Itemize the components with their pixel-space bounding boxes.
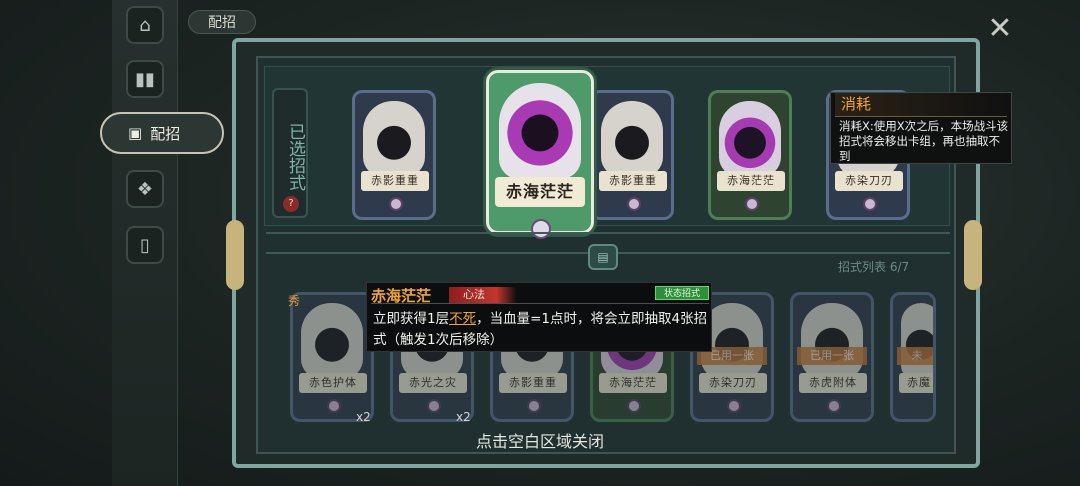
- card-cost-icon: [627, 399, 641, 413]
- popup-status-badge: 状态招式: [655, 286, 709, 300]
- left-latch: [226, 220, 244, 290]
- card-art: [363, 101, 425, 177]
- castle-icon[interactable]: ⌂: [126, 6, 164, 44]
- tooltip-body: 消耗X:使用X次之后，本场战斗该招式将会移出卡组，再也抽取不到: [839, 119, 1009, 163]
- card-name: 赤染刀刃: [835, 171, 903, 191]
- list-card[interactable]: 已用一张 赤虎附体: [790, 292, 874, 422]
- card-name: 赤染刀刃: [699, 373, 767, 393]
- card-cost-icon: [427, 399, 441, 413]
- card-name: 赤影重重: [499, 373, 567, 393]
- card-art: [801, 303, 863, 379]
- card-art: [719, 101, 781, 177]
- card-cost-icon: [627, 197, 641, 211]
- card-cost-icon: [389, 197, 403, 211]
- page-title: 配招: [188, 10, 256, 34]
- card-name: 赤海茫茫: [717, 171, 785, 191]
- card-cost-icon: [527, 399, 541, 413]
- tooltip-title: 消耗: [835, 93, 1007, 117]
- card-name: 赤海茫茫: [495, 177, 585, 207]
- card-art: [301, 303, 363, 379]
- card-name: 赤光之灾: [399, 373, 467, 393]
- lotus-icon[interactable]: ❖: [126, 170, 164, 208]
- keyword-tooltip: 消耗 消耗X:使用X次之后，本场战斗该招式将会移出卡组，再也抽取不到: [830, 92, 1012, 164]
- card-cost-icon: [827, 399, 841, 413]
- card-name: 赤虎附体: [799, 373, 867, 393]
- popup-keyword-link[interactable]: 不死: [449, 311, 476, 327]
- card-name: 赤影重重: [599, 171, 667, 191]
- selected-card[interactable]: 赤影重重: [352, 90, 436, 220]
- card-single-icon[interactable]: ▯: [126, 226, 164, 264]
- deck-icon: ▣: [128, 124, 143, 142]
- card-name: 赤影重重: [361, 171, 429, 191]
- selected-card[interactable]: 赤影重重: [590, 90, 674, 220]
- card-count: x2: [456, 410, 471, 424]
- popup-body: 立即获得1层不死，当血量=1点时，将会立即抽取4张招式（触发1次后移除）: [373, 309, 709, 351]
- popup-divider: [371, 303, 709, 304]
- card-detail-popup: 赤海茫茫 心法 状态招式 立即获得1层不死，当血量=1点时，将会立即抽取4张招式…: [366, 282, 712, 352]
- nav-item-deck[interactable]: ▣ 配招: [100, 112, 224, 154]
- popup-body-pre: 立即获得1层: [373, 311, 450, 327]
- list-card[interactable]: 未 赤魔: [890, 292, 936, 422]
- card-badge: 秀: [288, 294, 301, 308]
- featured-card[interactable]: 赤海茫茫: [486, 70, 594, 239]
- help-badge[interactable]: ?: [283, 196, 299, 212]
- right-latch: [964, 220, 982, 290]
- cards-icon[interactable]: ▮▮: [126, 60, 164, 98]
- used-band: 已用一张: [797, 347, 867, 365]
- card-art: [901, 303, 933, 379]
- card-cost-icon: [327, 399, 341, 413]
- list-card[interactable]: 赤色护体: [290, 292, 374, 422]
- divider-knob-icon[interactable]: ▤: [588, 244, 618, 270]
- popup-tag: 心法: [449, 287, 517, 303]
- close-icon[interactable]: ✕: [984, 14, 1016, 46]
- card-art: [499, 83, 581, 179]
- used-band: 未: [897, 347, 933, 365]
- card-art: [601, 101, 663, 177]
- card-name: 赤色护体: [299, 373, 367, 393]
- card-cost-icon: [727, 399, 741, 413]
- nav-item-label: 配招: [150, 124, 181, 143]
- list-count-label: 招式列表 6/7: [838, 260, 910, 274]
- selected-card[interactable]: 赤海茫茫: [708, 90, 792, 220]
- card-count: x2: [356, 410, 371, 424]
- card-cost-icon: [745, 197, 759, 211]
- card-name: 赤魔: [899, 373, 933, 393]
- card-name: 赤海茫茫: [599, 373, 667, 393]
- card-cost-icon: [863, 197, 877, 211]
- close-hint: 点击空白区域关闭: [475, 432, 604, 451]
